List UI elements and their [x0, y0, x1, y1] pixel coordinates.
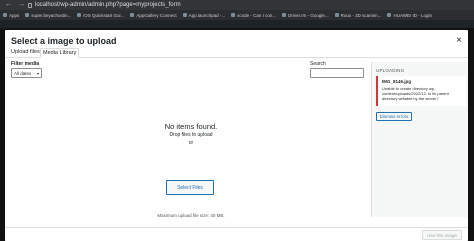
- bookmark-item[interactable]: Roux - 3D scannin...: [334, 13, 381, 18]
- nav-buttons: ← →: [0, 0, 28, 10]
- search-input[interactable]: [310, 68, 364, 78]
- upload-sidebar: UPLOADING IMG_8146.jpg Unable to create …: [371, 62, 468, 217]
- upload-error: IMG_8146.jpg Unable to create directory …: [376, 76, 466, 106]
- bookmark-icon: [334, 13, 339, 17]
- media-tabs: Upload files Media Library: [5, 47, 468, 58]
- no-items-heading: No items found.: [164, 122, 218, 131]
- empty-state: No items found. Drop files to upload or: [115, 122, 267, 146]
- bookmark-icon: [77, 13, 82, 17]
- bookmark-icon: [231, 13, 236, 17]
- uploading-label: UPLOADING: [376, 68, 405, 73]
- max-upload-size: Maximum upload file size: 40 MB.: [157, 213, 225, 218]
- bookmark-item[interactable]: xcode - Can I con...: [231, 13, 276, 18]
- search-label: Search: [310, 61, 326, 67]
- close-icon[interactable]: ×: [456, 36, 462, 46]
- date-filter-select[interactable]: All dates ▾: [11, 68, 42, 78]
- select-files-button[interactable]: Select Files: [166, 180, 214, 195]
- or-text: or: [188, 140, 194, 146]
- apps-icon: [3, 13, 7, 17]
- bookmark-icon: [387, 13, 392, 17]
- bookmark-item[interactable]: iOS Quickstart Gui...: [77, 13, 124, 18]
- modal-title: Select a image to upload: [11, 36, 117, 46]
- filter-media-label: Filter media: [11, 61, 40, 67]
- bookmark-item[interactable]: App.launchpad -...: [182, 13, 225, 18]
- back-icon[interactable]: ←: [5, 0, 12, 10]
- dismiss-errors-button[interactable]: Dismiss errors: [376, 112, 412, 121]
- media-modal: Select a image to upload × Upload files …: [5, 30, 468, 241]
- bookmark-icon: [130, 13, 135, 17]
- bookmark-icon: [25, 13, 30, 17]
- address-bar[interactable]: localhost/wp-admin/admin.php?page=myproj…: [28, 0, 181, 10]
- date-filter-value: All dates: [14, 70, 32, 76]
- error-message: Unable to create directory wp-content/up…: [382, 86, 449, 101]
- wp-admin-bar: [0, 20, 474, 28]
- bookmark-item[interactable]: Driver.rm - Google...: [282, 13, 329, 18]
- modal-footer: Use this image: [5, 227, 468, 241]
- bookmark-item[interactable]: AppGallery Connect: [130, 13, 177, 18]
- lock-icon: [28, 2, 32, 8]
- bookmark-item[interactable]: HUAWEI ID - Login: [387, 13, 432, 18]
- url-text: localhost/wp-admin/admin.php?page=myproj…: [35, 2, 181, 8]
- error-filename: IMG_8146.jpg: [382, 79, 412, 84]
- bookmark-item[interactable]: super.beyachostin...: [25, 13, 71, 18]
- bookmark-item[interactable]: Apps: [3, 13, 19, 18]
- chevron-down-icon: ▾: [36, 70, 39, 76]
- bookmarks-bar: Apps super.beyachostin... iOS Quickstart…: [0, 10, 474, 20]
- use-image-button[interactable]: Use this image: [422, 230, 462, 240]
- tab-upload-files[interactable]: Upload files: [9, 49, 42, 55]
- bookmark-icon: [282, 13, 287, 17]
- browser-toolbar: ← → localhost/wp-admin/admin.php?page=my…: [0, 0, 474, 10]
- tab-media-library[interactable]: Media Library: [40, 48, 80, 58]
- drop-files-text: Drop files to upload: [169, 132, 213, 138]
- bookmark-icon: [182, 13, 187, 17]
- forward-icon[interactable]: →: [18, 0, 25, 10]
